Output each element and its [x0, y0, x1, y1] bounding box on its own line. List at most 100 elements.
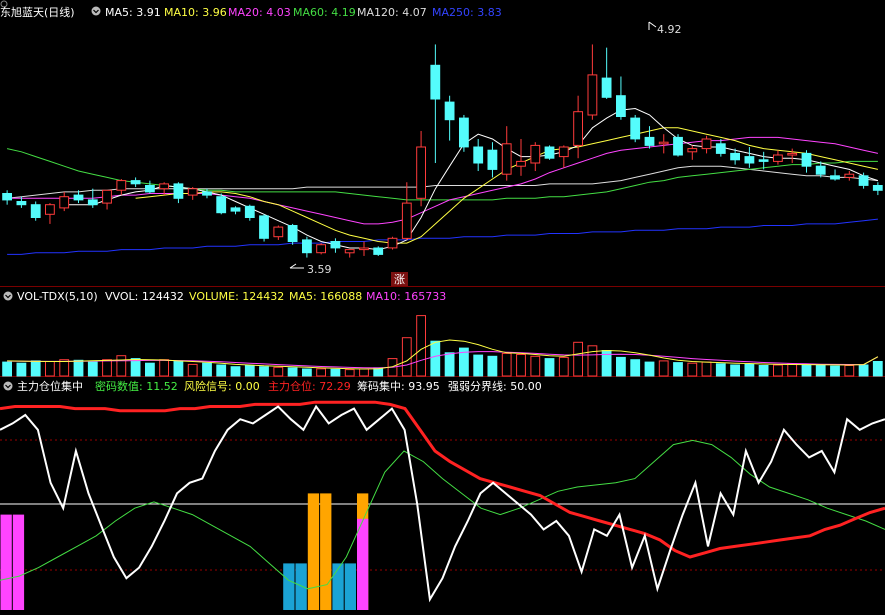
ma120-label: MA120: 4.07	[357, 6, 427, 19]
candle-down	[673, 136, 683, 156]
volume-bar-down	[330, 368, 341, 377]
main-position-label: 主力仓位: 72.29	[268, 379, 351, 393]
volume-bar-down	[444, 352, 455, 377]
volume-bar-down	[758, 365, 769, 377]
volume-bar-up	[401, 337, 412, 377]
candle-down	[330, 241, 341, 249]
candle-up	[45, 204, 55, 215]
candle-up	[573, 111, 584, 146]
teal-bar	[332, 563, 344, 610]
volume-bar-down	[287, 367, 298, 377]
stock-title[interactable]: 东旭蓝天(日线)	[0, 5, 75, 19]
candle-down	[145, 185, 155, 193]
candle-up	[116, 180, 127, 191]
candle-down	[872, 185, 883, 191]
candle-down	[616, 95, 626, 117]
chart-background	[0, 0, 885, 615]
expand-icon[interactable]	[91, 6, 101, 16]
candle-down	[73, 194, 84, 201]
volume-bar-down	[216, 364, 227, 377]
candle-down	[630, 117, 641, 140]
candle-up	[416, 146, 427, 199]
volume-ma5-label: MA5: 166088	[289, 290, 362, 303]
ma20-label: MA20: 4.03	[228, 6, 291, 19]
volume-bar-up	[844, 365, 855, 377]
ma60-label: MA60: 4.19	[293, 6, 356, 19]
candle-down	[815, 165, 826, 175]
volume-bar-up	[558, 356, 569, 377]
volume-bar-down	[616, 356, 626, 377]
candle-up	[844, 173, 855, 178]
volume-title[interactable]: VOL-TDX(5,10)	[17, 290, 98, 303]
volume-bar-up	[159, 359, 169, 377]
volume-bar-down	[73, 359, 84, 377]
volume-bar-down	[2, 361, 13, 377]
limit-up-label: 涨	[394, 273, 405, 286]
volume-bar-down	[815, 365, 826, 377]
volume-label: VOLUME: 124432	[189, 290, 284, 303]
magenta-bar	[12, 514, 25, 610]
candle-down	[173, 183, 184, 199]
volume-bar-down	[302, 368, 312, 377]
candle-up	[59, 196, 70, 209]
indicator-title[interactable]: 主力仓位集中	[17, 379, 83, 393]
candle-down	[287, 225, 298, 242]
indicator-expand-icon[interactable]	[3, 381, 13, 391]
candle-down	[459, 117, 469, 148]
candle-down	[758, 159, 769, 162]
volume-bar-down	[173, 360, 184, 377]
candle-down	[259, 215, 269, 239]
volume-bar-down	[473, 354, 484, 377]
volume-bar-down	[16, 362, 27, 377]
volume-expand-icon[interactable]	[3, 291, 13, 301]
volume-bar-down	[630, 359, 641, 377]
volume-bar-up	[102, 359, 112, 377]
stock-chart[interactable]: 4.92 3.59 涨 东旭蓝天(日线) MA5: 3.91 MA10: 3.9…	[0, 0, 885, 615]
candle-up	[587, 74, 598, 116]
ma250-label: MA250: 3.83	[432, 6, 502, 19]
volume-bar-down	[145, 362, 155, 377]
volume-bar-down	[544, 358, 555, 377]
volume-ma10-label: MA10: 165733	[366, 290, 446, 303]
volume-bar-up	[787, 363, 798, 377]
candle-up	[159, 183, 169, 190]
volume-bar-down	[744, 363, 755, 377]
candle-down	[373, 247, 384, 255]
candle-down	[2, 193, 13, 201]
candle-down	[544, 146, 555, 159]
candle-up	[401, 202, 412, 239]
candle-down	[801, 152, 812, 167]
volume-bar-up	[658, 360, 669, 377]
volume-bar-up	[45, 361, 55, 377]
candle-down	[202, 191, 212, 196]
teal-bar	[344, 563, 356, 610]
candle-down	[487, 149, 498, 170]
volume-bar-up	[359, 368, 369, 377]
candle-down	[87, 199, 98, 206]
volume-bar-up	[273, 366, 284, 377]
volume-header: VOL-TDX(5,10) VVOL: 124432 VOLUME: 12443…	[3, 290, 446, 303]
candle-down	[430, 64, 441, 100]
volume-bar-down	[430, 340, 441, 377]
volume-bar-up	[587, 345, 598, 377]
candle-down	[16, 201, 27, 206]
candle-down	[644, 136, 655, 146]
magenta-bar	[0, 514, 12, 610]
volume-bar-up	[116, 355, 127, 377]
volume-bar-up	[701, 361, 712, 377]
volume-bar-down	[644, 361, 655, 377]
candle-up	[530, 144, 541, 164]
volume-bar-up	[687, 362, 698, 377]
candle-down	[302, 239, 312, 254]
risk-signal-label: 风险信号: 0.00	[184, 379, 260, 393]
volume-bar-up	[59, 359, 70, 377]
candle-up	[787, 152, 798, 156]
ma10-label: MA10: 3.96	[164, 6, 227, 19]
candle-down	[730, 152, 741, 161]
volume-bar-down	[230, 366, 241, 377]
candle-down	[715, 143, 726, 154]
candle-down	[216, 196, 227, 214]
chips-value-label: 密码数值: 11.52	[95, 379, 178, 393]
volume-bar-down	[30, 360, 41, 377]
volume-bar-down	[130, 358, 141, 377]
